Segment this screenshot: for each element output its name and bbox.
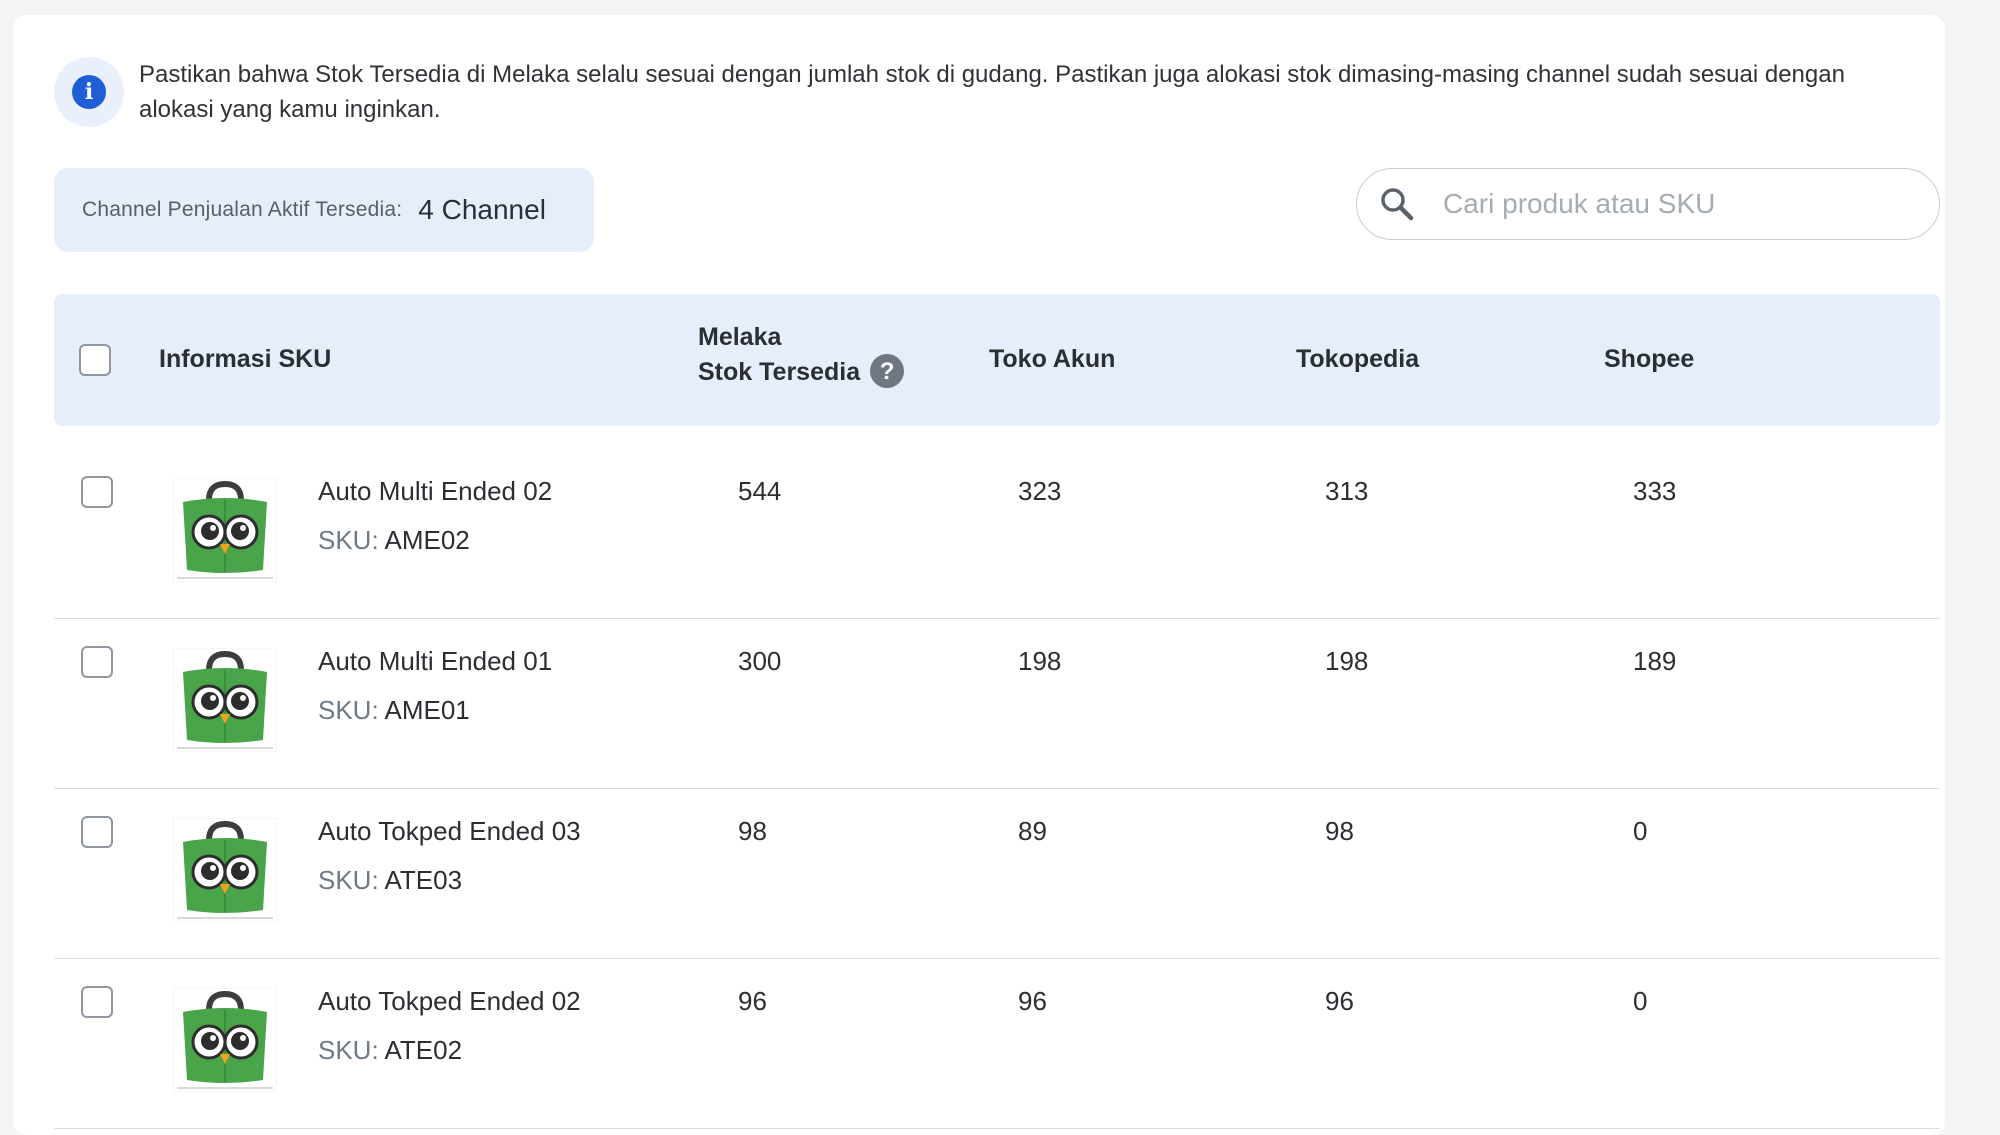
row-checkbox[interactable]	[81, 816, 113, 848]
melaka-stock-value: 96	[738, 986, 767, 1016]
product-name: Auto Tokped Ended 03	[318, 816, 581, 846]
sku-code: ATE03	[384, 865, 463, 895]
search-icon	[1381, 188, 1414, 221]
shopee-value: 0	[1633, 986, 1648, 1016]
sku-code: ATE02	[384, 1035, 463, 1065]
row-checkbox[interactable]	[81, 476, 113, 508]
sku-code: AME01	[384, 695, 470, 725]
product-name: Auto Multi Ended 01	[318, 646, 553, 676]
header-melaka-line1: Melaka	[698, 323, 782, 351]
table-row[interactable]: Auto Multi Ended 02 SKU: AME02 544 323 3…	[54, 448, 1940, 619]
tokopedia-value: 198	[1325, 646, 1369, 676]
table-row[interactable]: Auto Tokped Ended 02 SKU: ATE02 96 96 96…	[54, 958, 1940, 1129]
tokopedia-value: 313	[1325, 476, 1369, 506]
melaka-stock-value: 300	[738, 646, 782, 676]
table-row[interactable]: Auto Tokped Ended 03 SKU: ATE03 98 89 98…	[54, 788, 1940, 959]
toko-akun-value: 96	[1018, 986, 1047, 1016]
product-thumbnail	[173, 478, 277, 582]
sku-label: SKU:	[318, 1035, 379, 1065]
table-header: Informasi SKU Melaka Stok Tersedia? Toko…	[54, 294, 1940, 426]
toko-akun-value: 89	[1018, 816, 1047, 846]
header-melaka-line2: Stok Tersedia	[698, 358, 861, 386]
toko-akun-value: 323	[1018, 476, 1062, 506]
shopee-value: 189	[1633, 646, 1677, 676]
product-thumbnail	[173, 988, 277, 1092]
tokopedia-value: 98	[1325, 816, 1354, 846]
row-checkbox[interactable]	[81, 646, 113, 678]
header-melaka-stock: Melaka Stok Tersedia?	[698, 320, 905, 390]
search-input[interactable]	[1441, 187, 1885, 221]
sku-label: SKU:	[318, 525, 379, 555]
header-sku-info: Informasi SKU	[159, 345, 332, 373]
toko-akun-value: 198	[1018, 646, 1062, 676]
product-sku: SKU: AME01	[318, 695, 470, 726]
melaka-stock-value: 544	[738, 476, 782, 506]
header-toko-akun: Toko Akun	[989, 345, 1116, 373]
product-sku: SKU: AME02	[318, 525, 470, 556]
help-icon[interactable]: ?	[870, 354, 905, 389]
shopee-value: 333	[1633, 476, 1677, 506]
stock-card: i Pastikan bahwa Stok Tersedia di Melaka…	[13, 15, 1945, 1135]
product-sku: SKU: ATE03	[318, 865, 462, 896]
shopee-value: 0	[1633, 816, 1648, 846]
channel-summary-label: Channel Penjualan Aktif Tersedia:	[82, 198, 403, 221]
info-banner-text: Pastikan bahwa Stok Tersedia di Melaka s…	[139, 61, 1845, 123]
sku-label: SKU:	[318, 865, 379, 895]
sku-label: SKU:	[318, 695, 379, 725]
active-channel-summary: Channel Penjualan Aktif Tersedia: 4 Chan…	[54, 168, 594, 252]
row-checkbox[interactable]	[81, 986, 113, 1018]
header-tokopedia: Tokopedia	[1296, 345, 1420, 373]
info-icon: i	[54, 57, 124, 127]
tokopedia-value: 96	[1325, 986, 1354, 1016]
product-name: Auto Multi Ended 02	[318, 476, 553, 506]
header-shopee: Shopee	[1604, 345, 1695, 373]
product-sku: SKU: ATE02	[318, 1035, 462, 1066]
melaka-stock-value: 98	[738, 816, 767, 846]
select-all-checkbox[interactable]	[79, 344, 111, 376]
product-thumbnail	[173, 648, 277, 752]
product-thumbnail	[173, 818, 277, 922]
product-name: Auto Tokped Ended 02	[318, 986, 581, 1016]
channel-summary-value: 4 Channel	[418, 194, 546, 225]
info-banner: i Pastikan bahwa Stok Tersedia di Melaka…	[54, 57, 1899, 127]
table-row[interactable]: Auto Multi Ended 01 SKU: AME01 300 198 1…	[54, 618, 1940, 789]
search-box[interactable]	[1356, 168, 1940, 240]
sku-code: AME02	[384, 525, 470, 555]
